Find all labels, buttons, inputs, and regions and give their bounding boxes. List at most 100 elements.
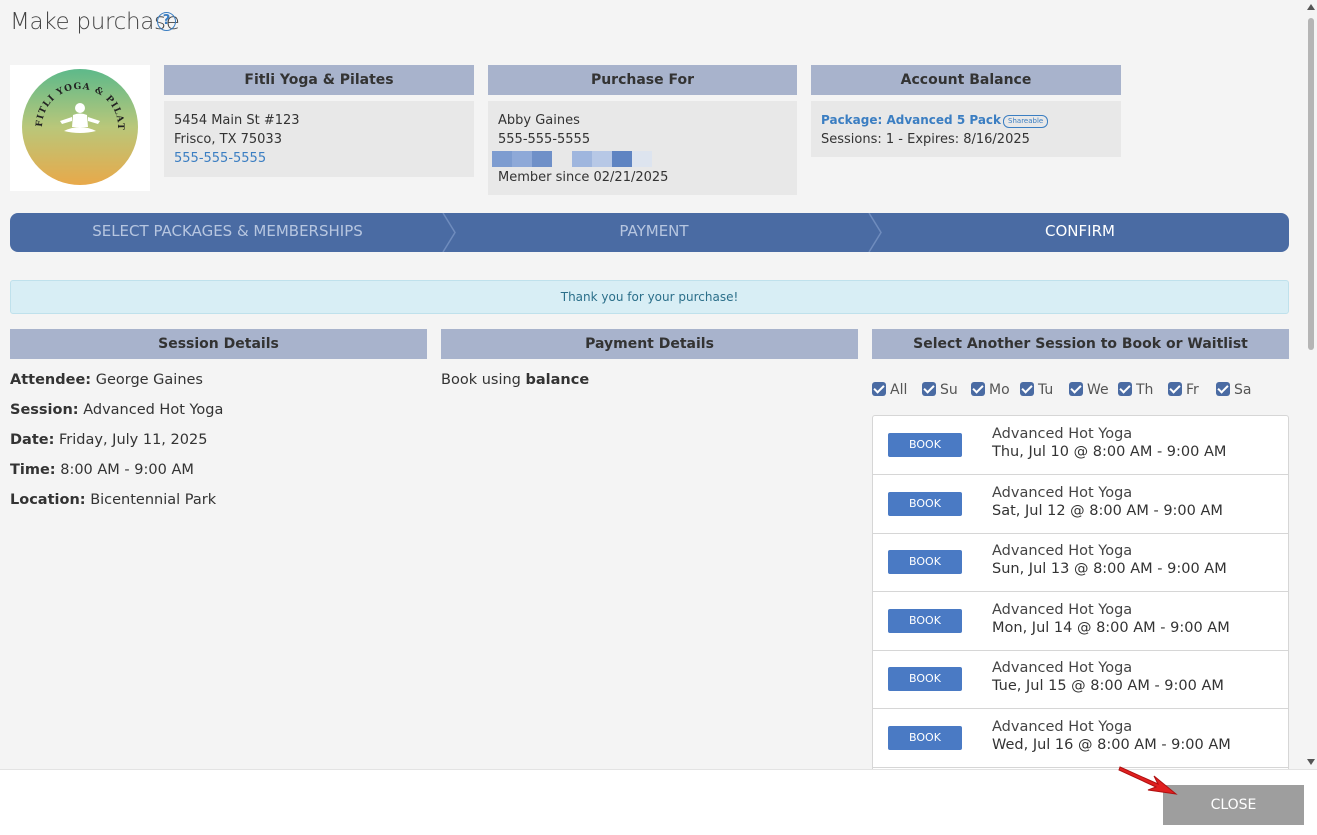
- step-payment: PAYMENT: [619, 222, 689, 240]
- shareable-badge: Shareable: [1003, 115, 1049, 128]
- day-filter-mo[interactable]: Mo: [971, 382, 1010, 398]
- page-title: Make purchase: [10, 9, 180, 35]
- location-row: Location: Bicentennial Park: [10, 492, 216, 508]
- checkbox-icon: [971, 382, 985, 396]
- day-filter-we[interactable]: We: [1069, 382, 1109, 398]
- time-value: 8:00 AM - 9:00 AM: [60, 462, 194, 478]
- book-button[interactable]: BOOK: [888, 726, 962, 750]
- session-row: Session: Advanced Hot Yoga: [10, 402, 223, 418]
- checkbox-icon: [872, 382, 886, 396]
- scroll-thumb[interactable]: [1308, 18, 1314, 350]
- customer-phone: 555-555-5555: [498, 132, 591, 147]
- session-value: Advanced Hot Yoga: [83, 402, 224, 418]
- checkbox-icon: [1020, 382, 1034, 396]
- studio-name-header: Fitli Yoga & Pilates: [164, 65, 474, 95]
- day-label: Fr: [1186, 382, 1199, 398]
- day-filter-fr[interactable]: Fr: [1168, 382, 1199, 398]
- checkbox-icon: [1118, 382, 1132, 396]
- studio-info: 5454 Main St #123 Frisco, TX 75033 555-5…: [164, 101, 474, 177]
- session-list-item: BOOK Advanced Hot Yoga Sun, Jul 13 @ 8:0…: [873, 533, 1288, 592]
- purchase-for-header: Purchase For: [488, 65, 797, 95]
- session-datetime: Wed, Jul 16 @ 8:00 AM - 9:00 AM: [992, 737, 1231, 753]
- session-label: Session:: [10, 402, 79, 418]
- time-label: Time:: [10, 462, 56, 478]
- checkbox-icon: [1216, 382, 1230, 396]
- location-value: Bicentennial Park: [90, 492, 217, 508]
- scroll-down-arrow-icon[interactable]: [1307, 759, 1315, 765]
- day-label: Sa: [1234, 382, 1252, 398]
- session-datetime: Thu, Jul 10 @ 8:00 AM - 9:00 AM: [992, 444, 1227, 460]
- session-datetime: Sun, Jul 13 @ 8:00 AM - 9:00 AM: [992, 561, 1227, 577]
- session-list: BOOK Advanced Hot Yoga Thu, Jul 10 @ 8:0…: [872, 415, 1289, 769]
- studio-phone-link[interactable]: 555-555-5555: [174, 149, 464, 168]
- step-confirm: CONFIRM: [1045, 222, 1115, 240]
- session-title: Advanced Hot Yoga: [992, 485, 1133, 501]
- day-label: We: [1087, 382, 1109, 398]
- success-alert: Thank you for your purchase!: [10, 280, 1289, 314]
- session-title: Advanced Hot Yoga: [992, 426, 1133, 442]
- scroll-up-arrow-icon[interactable]: [1307, 4, 1315, 10]
- session-title: Advanced Hot Yoga: [992, 660, 1133, 676]
- sessions-expires: Sessions: 1 - Expires: 8/16/2025: [821, 132, 1030, 147]
- location-label: Location:: [10, 492, 86, 508]
- day-label: Th: [1136, 382, 1154, 398]
- day-filter-sa[interactable]: Sa: [1216, 382, 1251, 398]
- purchase-for-info: Abby Gaines 555-555-5555 Member since 02…: [488, 101, 797, 195]
- customer-name: Abby Gaines: [498, 113, 580, 128]
- time-row: Time: 8:00 AM - 9:00 AM: [10, 462, 194, 478]
- day-filter-th[interactable]: Th: [1118, 382, 1153, 398]
- session-title: Advanced Hot Yoga: [992, 543, 1133, 559]
- session-datetime: Tue, Jul 15 @ 8:00 AM - 9:00 AM: [992, 678, 1224, 694]
- day-filter-tu[interactable]: Tu: [1020, 382, 1053, 398]
- session-list-item: BOOK Advanced Hot Yoga Sat, Jul 12 @ 8:0…: [873, 475, 1288, 534]
- attendee-value: George Gaines: [95, 372, 203, 388]
- book-button[interactable]: BOOK: [888, 667, 962, 691]
- session-datetime: Mon, Jul 14 @ 8:00 AM - 9:00 AM: [992, 620, 1230, 636]
- step-select-packages: SELECT PACKAGES & MEMBERSHIPS: [92, 222, 363, 240]
- annotation-arrow-icon: [1118, 766, 1178, 795]
- studio-address-line2: Frisco, TX 75033: [174, 132, 282, 147]
- payment-method-row: Book using balance: [441, 372, 589, 388]
- book-button[interactable]: BOOK: [888, 433, 962, 457]
- checkbox-icon: [922, 382, 936, 396]
- attendee-label: Attendee:: [10, 372, 92, 388]
- purchase-steps: SELECT PACKAGES & MEMBERSHIPS PAYMENT CO…: [10, 213, 1289, 252]
- account-balance-header: Account Balance: [811, 65, 1121, 95]
- day-filter-su[interactable]: Su: [922, 382, 958, 398]
- session-list-item: BOOK Advanced Hot Yoga Thu, Jul 10 @ 8:0…: [873, 416, 1288, 475]
- book-button[interactable]: BOOK: [888, 550, 962, 574]
- checkbox-icon: [1168, 382, 1182, 396]
- day-filter-all[interactable]: All: [872, 382, 907, 398]
- studio-logo: FITLI YOGA & PILATES: [10, 65, 150, 191]
- session-title: Advanced Hot Yoga: [992, 602, 1133, 618]
- payment-details-header: Payment Details: [441, 329, 858, 359]
- day-label: Su: [940, 382, 958, 398]
- package-link[interactable]: Package: Advanced 5 Pack: [821, 113, 1001, 127]
- session-list-item: BOOK Advanced Hot Yoga Tue, Jul 15 @ 8:0…: [873, 650, 1288, 709]
- purchase-modal: Make purchase ? FITLI YOGA & PILATES: [0, 0, 1305, 769]
- book-button[interactable]: BOOK: [888, 609, 962, 633]
- member-since: Member since 02/21/2025: [498, 170, 669, 185]
- redacted-email: [492, 149, 787, 168]
- payment-text: Book using: [441, 372, 521, 388]
- studio-address-line1: 5454 Main St #123: [174, 113, 300, 128]
- another-session-header: Select Another Session to Book or Waitli…: [872, 329, 1289, 359]
- session-title: Advanced Hot Yoga: [992, 719, 1133, 735]
- day-label: All: [890, 382, 908, 398]
- day-label: Mo: [989, 382, 1010, 398]
- date-value: Friday, July 11, 2025: [59, 432, 208, 448]
- payment-method: balance: [525, 372, 590, 388]
- modal-scrollbar[interactable]: [1305, 0, 1317, 769]
- help-icon[interactable]: ?: [157, 12, 176, 31]
- session-list-item: BOOK Advanced Hot Yoga Mon, Jul 14 @ 8:0…: [873, 592, 1288, 651]
- session-list-item: BOOK Advanced Hot Yoga Wed, Jul 16 @ 8:0…: [873, 709, 1288, 768]
- day-label: Tu: [1038, 382, 1054, 398]
- book-button[interactable]: BOOK: [888, 492, 962, 516]
- session-datetime: Sat, Jul 12 @ 8:00 AM - 9:00 AM: [992, 503, 1223, 519]
- account-balance-info: Package: Advanced 5 Pack Shareable Sessio…: [811, 101, 1121, 157]
- attendee-row: Attendee: George Gaines: [10, 372, 203, 388]
- checkbox-icon: [1069, 382, 1083, 396]
- close-button[interactable]: CLOSE: [1163, 785, 1304, 825]
- session-details-header: Session Details: [10, 329, 427, 359]
- date-row: Date: Friday, July 11, 2025: [10, 432, 207, 448]
